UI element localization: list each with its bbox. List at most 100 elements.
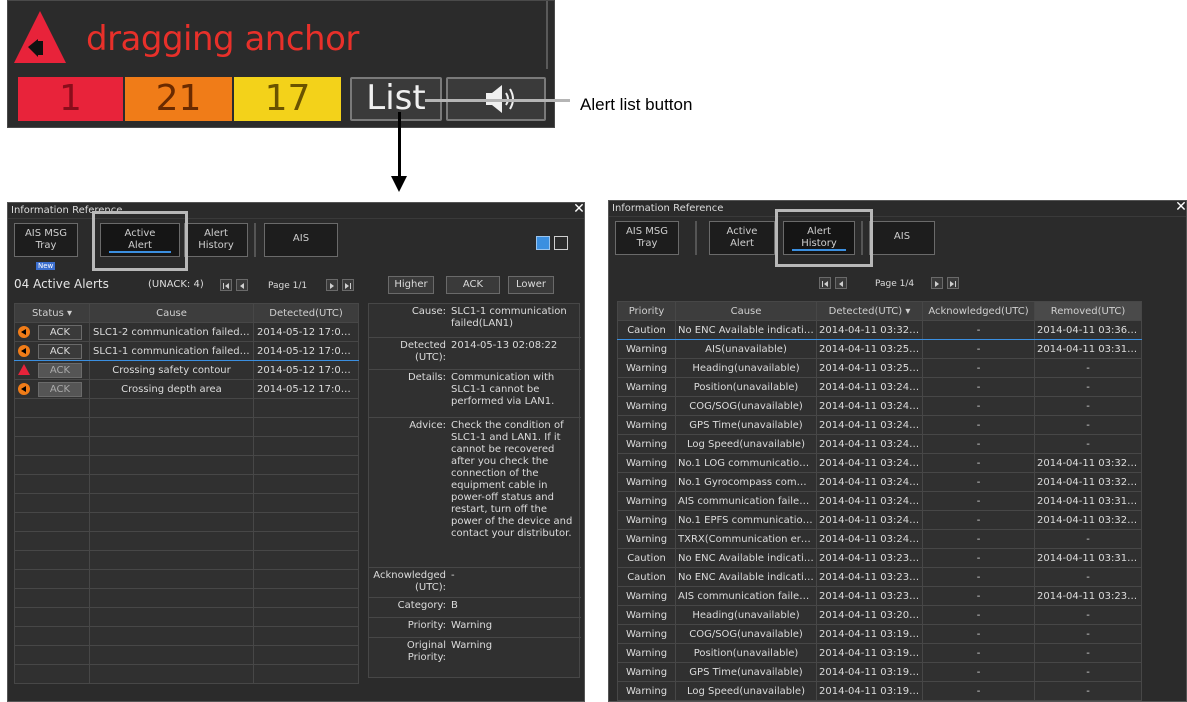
table-row[interactable]: [14, 626, 359, 646]
priority-cell: Warning: [617, 586, 676, 606]
table-row[interactable]: [14, 398, 359, 418]
status-cell: [14, 474, 90, 494]
table-row[interactable]: [14, 436, 359, 456]
priority-cell: Warning: [617, 415, 676, 435]
first-page-button[interactable]: [819, 277, 831, 289]
priority-cell: Warning: [617, 358, 676, 378]
tab-ais-msg-tray[interactable]: AIS MSG Tray: [14, 223, 78, 257]
next-page-button[interactable]: [931, 277, 943, 289]
column-header-cause[interactable]: Cause: [89, 303, 254, 323]
column-header-detected[interactable]: Detected(UTC): [253, 303, 359, 323]
priority-cell: Warning: [617, 662, 676, 682]
status-cell: [14, 436, 90, 456]
table-row[interactable]: Caution No ENC Available indication 2014-0…: [617, 320, 1142, 340]
table-row[interactable]: ACK Crossing depth area 2014-05-12 17:07:2…: [14, 379, 359, 399]
detail-priority: Priority: Warning: [369, 618, 581, 638]
detail-original-priority: Original Priority: Warning: [369, 638, 581, 668]
table-row[interactable]: [14, 512, 359, 532]
table-row[interactable]: Caution No ENC Available indication 2014-0…: [617, 548, 1142, 568]
single-view-icon[interactable]: [554, 236, 568, 250]
table-row[interactable]: Caution No ENC Available indication 2014-0…: [617, 567, 1142, 587]
detected-cell: [253, 493, 359, 513]
tab-ais[interactable]: AIS: [869, 221, 935, 255]
table-row[interactable]: WarningNo.1 Gyrocompass communic...2014-…: [617, 472, 1142, 492]
table-row[interactable]: Warning Log Speed(unavailable) 2014-04-11 …: [617, 681, 1142, 701]
table-row[interactable]: Warning GPS Time(unavailable) 2014-04-11 0…: [617, 415, 1142, 435]
table-row[interactable]: Warning AIS(unavailable) 2014-04-11 03:25:…: [617, 339, 1142, 359]
table-row[interactable]: ACK SLC1-2 communication failed(LAN1)2014…: [14, 322, 359, 342]
caution-count[interactable]: 17: [234, 77, 341, 121]
table-row[interactable]: Warning COG/SOG(unavailable) 2014-04-11 03…: [617, 396, 1142, 416]
table-row[interactable]: Warning Position(unavailable) 2014-04-11 0…: [617, 643, 1142, 663]
table-row[interactable]: ACK Crossing safety contour 2014-05-12 17:…: [14, 360, 359, 380]
table-row[interactable]: [14, 531, 359, 551]
last-page-button[interactable]: [342, 279, 354, 291]
column-header-status[interactable]: Status ▾: [14, 303, 90, 323]
removed-cell: -: [1034, 567, 1142, 587]
table-row[interactable]: Warning Heading(unavailable) 2014-04-11 03…: [617, 605, 1142, 625]
detected-cell: [253, 512, 359, 532]
table-row[interactable]: WarningAIS communication failed(Dir...20…: [617, 491, 1142, 511]
table-row[interactable]: WarningNo.1 EPFS communication fai...201…: [617, 510, 1142, 530]
table-row[interactable]: [14, 455, 359, 475]
table-row[interactable]: [14, 645, 359, 665]
detected-cell: 2014-04-11 03:24:26: [816, 453, 923, 473]
column-header-cause[interactable]: Cause: [675, 301, 817, 321]
table-row[interactable]: WarningAIS communication failed(Dir...20…: [617, 586, 1142, 606]
tab-ais-msg-tray[interactable]: AIS MSG Tray: [615, 221, 679, 255]
ack-row-button[interactable]: ACK: [38, 343, 82, 359]
table-row[interactable]: Warning Position(unavailable) 2014-04-11 0…: [617, 377, 1142, 397]
table-header: Status ▾ Cause Detected(UTC): [14, 303, 359, 323]
table-row[interactable]: [14, 550, 359, 570]
close-icon[interactable]: ✕: [572, 201, 586, 217]
ack-button[interactable]: ACK: [446, 276, 500, 294]
table-row[interactable]: Warning TXRX(Communication error) 2014-04-…: [617, 529, 1142, 549]
acknowledged-cell: -: [922, 491, 1035, 511]
first-page-button[interactable]: [220, 279, 232, 291]
table-row[interactable]: Warning Heading(unavailable) 2014-04-11 03…: [617, 358, 1142, 378]
alarm-count[interactable]: 1: [18, 77, 123, 121]
table-row[interactable]: [14, 607, 359, 627]
table-row[interactable]: [14, 588, 359, 608]
table-header: Priority Cause Detected(UTC) ▾ Acknowled…: [617, 301, 1142, 321]
column-header-detected[interactable]: Detected(UTC) ▾: [816, 301, 923, 321]
detected-cell: 2014-04-11 03:24:01: [816, 529, 923, 549]
tab-active-alert[interactable]: Active Alert: [709, 221, 775, 255]
table-row[interactable]: Warning COG/SOG(unavailable) 2014-04-11 03…: [617, 624, 1142, 644]
unack-count: (UNACK: 4): [148, 279, 204, 290]
last-page-button[interactable]: [947, 277, 959, 289]
lower-button[interactable]: Lower: [508, 276, 554, 294]
cause-cell: GPS Time(unavailable): [675, 662, 817, 682]
ack-row-button[interactable]: ACK: [38, 324, 82, 340]
warning-count[interactable]: 21: [125, 77, 232, 121]
tab-alert-history[interactable]: Alert History: [184, 223, 248, 257]
table-row[interactable]: ACK SLC1-1 communication failed(LAN1)2014…: [14, 341, 359, 361]
table-row[interactable]: [14, 569, 359, 589]
column-header-removed[interactable]: Removed(UTC): [1034, 301, 1142, 321]
ack-row-button[interactable]: ACK: [38, 381, 82, 397]
close-icon[interactable]: ✕: [1174, 199, 1187, 215]
column-header-priority[interactable]: Priority: [617, 301, 676, 321]
table-row[interactable]: [14, 474, 359, 494]
split-view-icon[interactable]: [536, 236, 550, 250]
table-row[interactable]: Warning Log Speed(unavailable) 2014-04-11 …: [617, 434, 1142, 454]
next-page-button[interactable]: [326, 279, 338, 291]
tab-ais[interactable]: AIS: [264, 223, 338, 257]
table-row[interactable]: [14, 493, 359, 513]
table-row[interactable]: [14, 417, 359, 437]
removed-cell: 2014-04-11 03:31:24: [1034, 339, 1142, 359]
cause-cell: [89, 436, 254, 456]
cause-cell: Position(unavailable): [675, 643, 817, 663]
detected-cell: [253, 588, 359, 608]
table-row[interactable]: [14, 664, 359, 684]
ack-row-button[interactable]: ACK: [38, 362, 82, 378]
removed-cell: -: [1034, 358, 1142, 378]
prev-page-button[interactable]: [835, 277, 847, 289]
callout-label: Alert list button: [580, 95, 693, 114]
column-header-acknowledged[interactable]: Acknowledged(UTC): [922, 301, 1035, 321]
alert-message: dragging anchor: [86, 19, 359, 59]
higher-button[interactable]: Higher: [388, 276, 434, 294]
table-row[interactable]: WarningNo.1 LOG communication fail...201…: [617, 453, 1142, 473]
prev-page-button[interactable]: [236, 279, 248, 291]
table-row[interactable]: Warning GPS Time(unavailable) 2014-04-11 0…: [617, 662, 1142, 682]
